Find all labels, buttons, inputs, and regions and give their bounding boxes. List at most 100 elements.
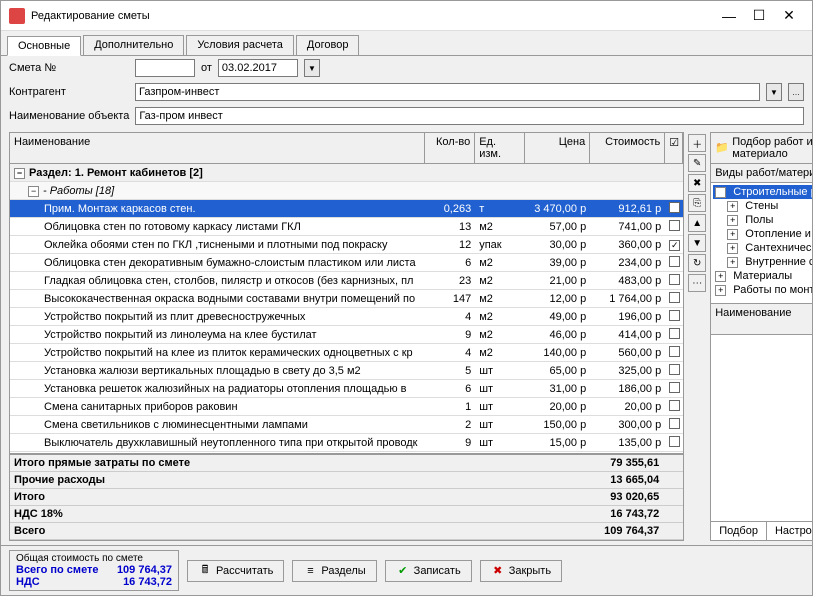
row-checkbox[interactable]	[669, 382, 680, 393]
col-header-check-icon[interactable]: ☑	[665, 133, 683, 163]
row-checkbox[interactable]	[669, 274, 680, 285]
object-label: Наименование объекта	[9, 110, 129, 122]
date-dropdown-button[interactable]: ▼	[304, 59, 320, 77]
contractor-row: Контрагент ▼ …	[1, 80, 812, 104]
close-button[interactable]: ✕	[774, 5, 804, 27]
maximize-button[interactable]: ☐	[744, 5, 774, 27]
picker-col-name[interactable]: Наименование	[711, 304, 812, 334]
minimize-button[interactable]: —	[714, 5, 744, 27]
summary-total-value: 109 764,37	[117, 564, 172, 576]
contractor-input[interactable]	[135, 83, 760, 101]
summary-total-label: Всего по смете	[16, 564, 117, 576]
save-button[interactable]: ✔Записать	[385, 560, 472, 582]
table-row[interactable]: Облицовка стен по готовому каркасу листа…	[10, 218, 683, 236]
contractor-dropdown-button[interactable]: ▼	[766, 83, 782, 101]
expand-icon[interactable]: +	[727, 243, 738, 254]
row-checkbox[interactable]	[669, 328, 680, 339]
table-row[interactable]: Гладкая облицовка стен, столбов, пилястр…	[10, 272, 683, 290]
main-tabs: Основные Дополнительно Условия расчета Д…	[1, 31, 812, 56]
table-row[interactable]: −Раздел: 1. Ремонт кабинетов [2]	[10, 164, 683, 182]
row-checkbox[interactable]	[669, 418, 680, 429]
tree-item[interactable]: + Стены	[713, 199, 812, 213]
row-checkbox[interactable]	[669, 292, 680, 303]
refresh-button[interactable]: ↻	[688, 254, 706, 272]
row-checkbox[interactable]	[669, 202, 680, 213]
estimate-number-row: Смета № от ▼	[1, 56, 812, 80]
tree-item[interactable]: + Материалы	[713, 269, 812, 283]
summary-box: Общая стоимость по смете Всего по смете1…	[9, 550, 179, 591]
tree-item[interactable]: - Строительные работы	[713, 185, 812, 199]
side-toolbar: ＋ ✎ ✖ ⎘ ▲ ▼ ↻ ⋯	[688, 132, 706, 541]
row-checkbox[interactable]	[669, 346, 680, 357]
col-header-unit[interactable]: Ед. изм.	[475, 133, 525, 163]
contractor-lookup-button[interactable]: …	[788, 83, 804, 101]
picker-tab-selection[interactable]: Подбор	[711, 522, 767, 540]
row-checkbox[interactable]	[669, 220, 680, 231]
picker-tab-settings[interactable]: Настройки	[767, 522, 812, 540]
close-dialog-button[interactable]: ✖Закрыть	[480, 560, 562, 582]
copy-item-button[interactable]: ⎘	[688, 194, 706, 212]
table-row[interactable]: Смена светильников с люминесцентными лам…	[10, 416, 683, 434]
row-checkbox[interactable]	[669, 364, 680, 375]
tree-item[interactable]: + Сантехнические работы	[713, 241, 812, 255]
table-row[interactable]: Устройство покрытий из линолеума на клее…	[10, 326, 683, 344]
delete-item-button[interactable]: ✖	[688, 174, 706, 192]
table-row[interactable]: Установка решеток жалюзийных на радиатор…	[10, 380, 683, 398]
tab-additional[interactable]: Дополнительно	[83, 35, 184, 55]
bottom-bar: Общая стоимость по смете Всего по смете1…	[1, 545, 812, 595]
table-row[interactable]: Установка жалюзи вертикальных площадью в…	[10, 362, 683, 380]
table-row[interactable]: Оклейка обоями стен по ГКЛ ,тиснеными и …	[10, 236, 683, 254]
move-down-button[interactable]: ▼	[688, 234, 706, 252]
move-up-button[interactable]: ▲	[688, 214, 706, 232]
tab-main[interactable]: Основные	[7, 36, 81, 56]
expand-icon[interactable]: +	[715, 285, 726, 296]
calculator-icon: 🖩	[198, 564, 212, 578]
tree-item[interactable]: + Работы по монтажу воздуховодо	[713, 283, 812, 297]
col-header-name[interactable]: Наименование	[10, 133, 425, 163]
cross-icon: ✖	[491, 564, 505, 578]
table-row[interactable]: Выключатель двухклавишный неутопленного …	[10, 434, 683, 452]
category-tree[interactable]: - Строительные работы+ Стены+ Полы+ Отоп…	[711, 183, 812, 299]
row-checkbox[interactable]	[669, 310, 680, 321]
table-row[interactable]: Прим. Монтаж каркасов стен.0,263т3 470,0…	[10, 200, 683, 218]
table-row[interactable]: Устройство покрытий на клее из плиток ке…	[10, 344, 683, 362]
edit-item-button[interactable]: ✎	[688, 154, 706, 172]
expand-icon[interactable]: +	[715, 271, 726, 282]
col-header-cost[interactable]: Стоимость	[590, 133, 665, 163]
table-row[interactable]: Облицовка стен декоративным бумажно-слои…	[10, 254, 683, 272]
row-checkbox[interactable]: ✓	[669, 240, 680, 251]
picker-grid-header: Наименование Тип Ед. изм.	[711, 304, 812, 335]
col-header-price[interactable]: Цена	[525, 133, 590, 163]
tree-item[interactable]: + Отопление и вентиляция.Реш	[713, 227, 812, 241]
expand-icon[interactable]: +	[727, 229, 738, 240]
row-checkbox[interactable]	[669, 400, 680, 411]
table-row[interactable]: Высококачественная окраска водными соста…	[10, 290, 683, 308]
table-row[interactable]: Устройство покрытий из плит древесностру…	[10, 308, 683, 326]
expand-icon[interactable]: +	[727, 201, 738, 212]
estimate-number-input[interactable]	[135, 59, 195, 77]
row-checkbox[interactable]	[669, 256, 680, 267]
grid-body[interactable]: −Раздел: 1. Ремонт кабинетов [2]−- Работ…	[10, 164, 683, 453]
date-input[interactable]	[218, 59, 298, 77]
table-row[interactable]: Смена санитарных приборов раковин1шт20,0…	[10, 398, 683, 416]
row-checkbox[interactable]	[669, 436, 680, 447]
tree-item[interactable]: + Полы	[713, 213, 812, 227]
collapse-icon[interactable]: −	[14, 168, 25, 179]
table-row[interactable]: −- Работы [18]	[10, 182, 683, 200]
object-input[interactable]	[135, 107, 804, 125]
sections-button[interactable]: ≡Разделы	[292, 560, 376, 582]
collapse-icon[interactable]: −	[28, 186, 39, 197]
grid-header: Наименование Кол-во Ед. изм. Цена Стоимо…	[10, 133, 683, 164]
total-row: Прочие расходы13 665,04	[10, 472, 683, 489]
tree-item[interactable]: + Внутренние сети ВиК	[713, 255, 812, 269]
tab-conditions[interactable]: Условия расчета	[186, 35, 294, 55]
expand-icon[interactable]: +	[727, 215, 738, 226]
calculate-button[interactable]: 🖩Рассчитать	[187, 560, 284, 582]
extra-tool-button[interactable]: ⋯	[688, 274, 706, 292]
expand-icon[interactable]: +	[727, 257, 738, 268]
col-header-qty[interactable]: Кол-во	[425, 133, 475, 163]
add-item-button[interactable]: ＋	[688, 134, 706, 152]
collapse-icon[interactable]: -	[715, 187, 726, 198]
main-area: Наименование Кол-во Ед. изм. Цена Стоимо…	[1, 128, 812, 545]
tab-contract[interactable]: Договор	[296, 35, 360, 55]
